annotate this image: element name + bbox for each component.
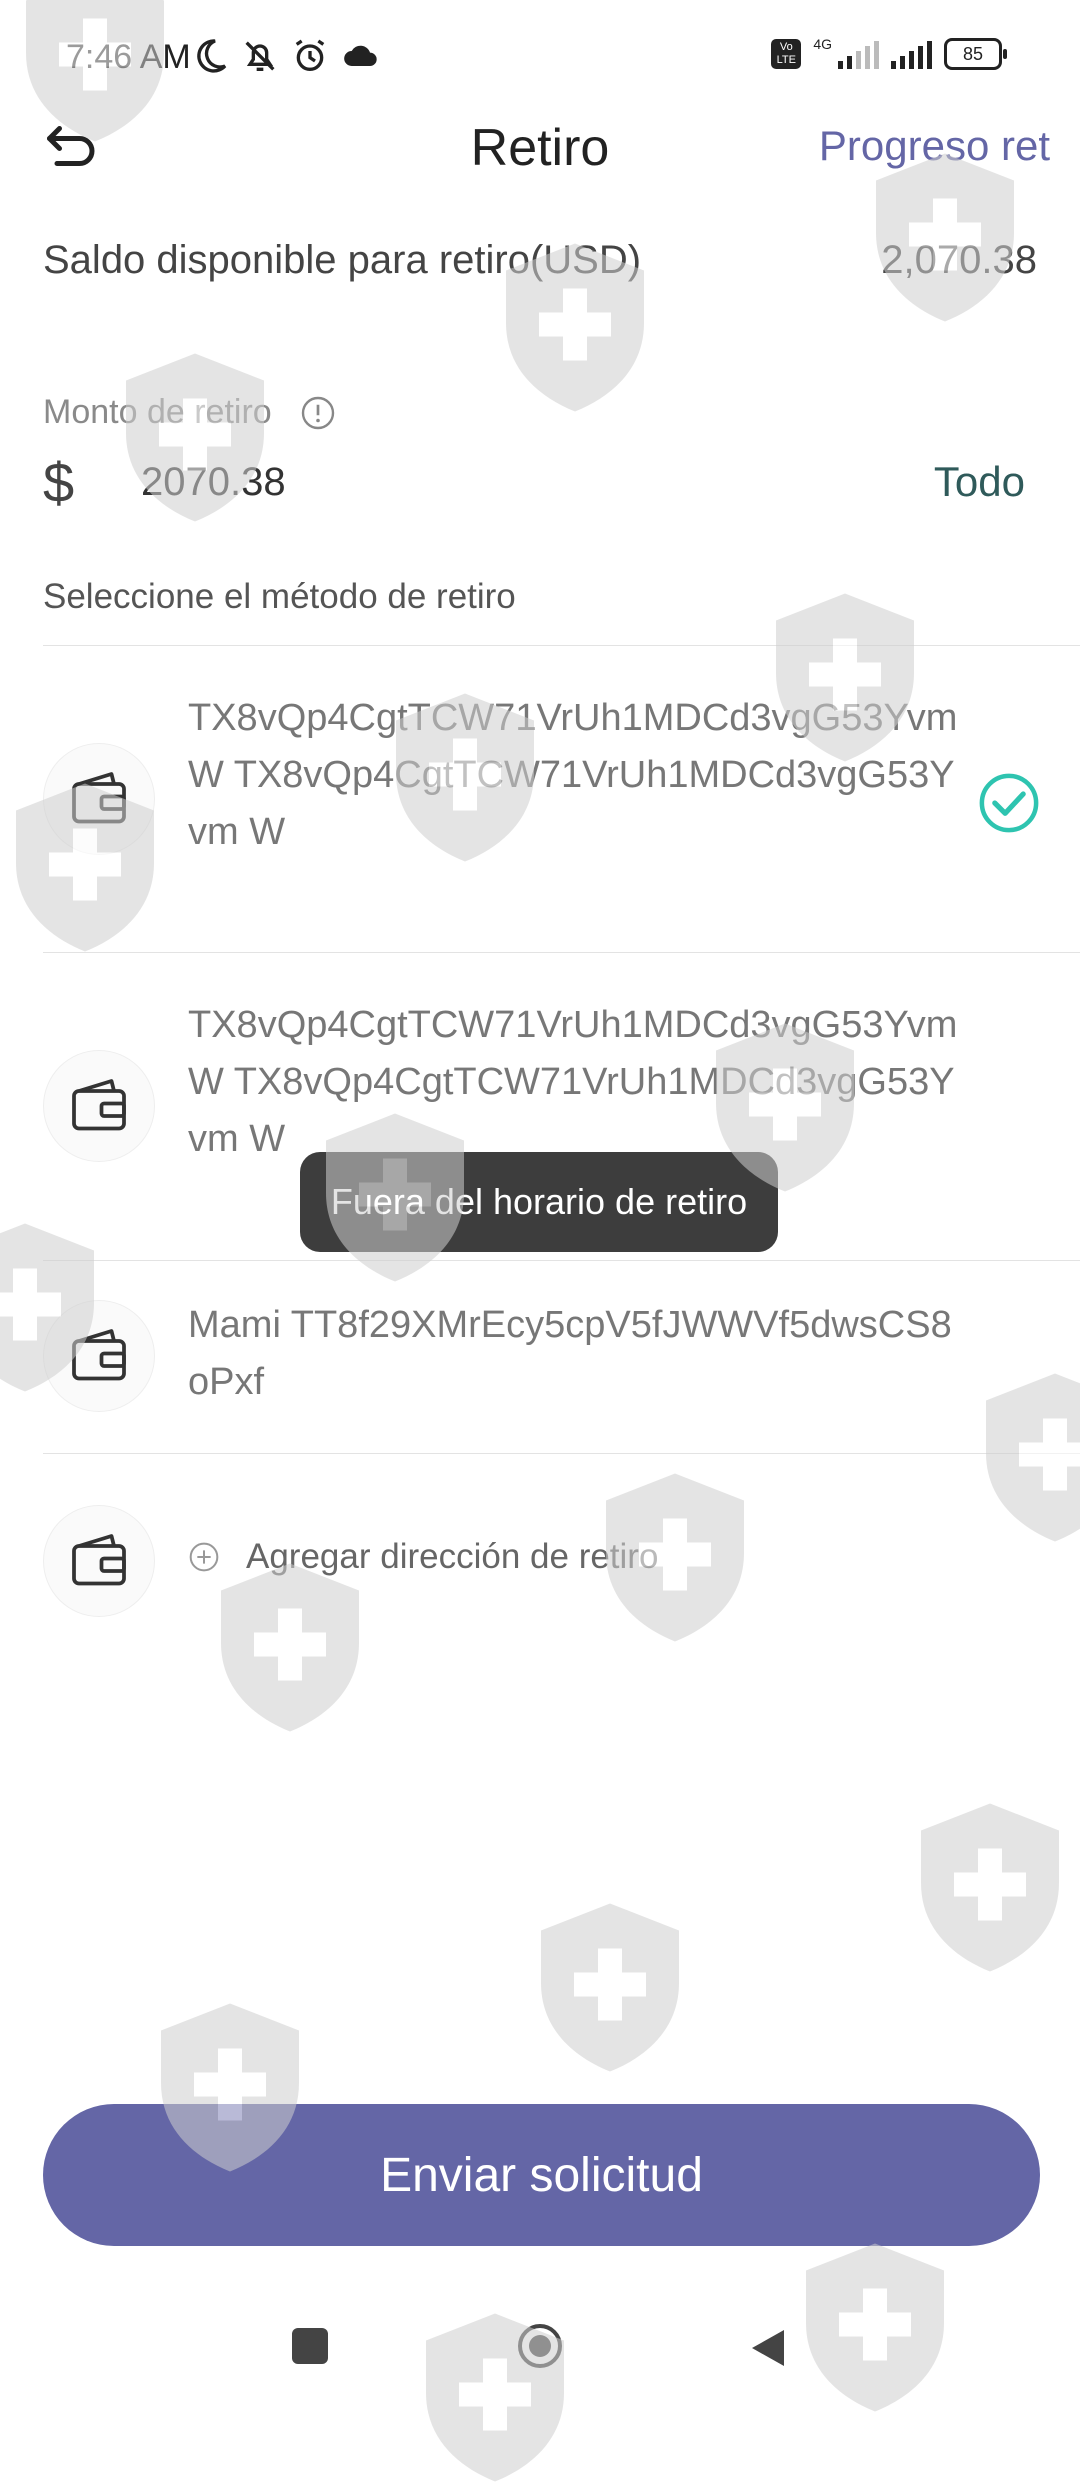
status-right: Vo LTE 4G 85 (771, 36, 1007, 70)
address-item[interactable]: Mami TT8f29XMrEcy5cpV5fJWWVf5dwsCS8oPxf (0, 1261, 1080, 1453)
volte-badge: Vo LTE (771, 39, 802, 69)
network-type: 4G (813, 36, 832, 52)
amount-row: $ 2070.38 (43, 450, 286, 515)
info-icon[interactable] (300, 395, 336, 431)
amount-label: Monto de retiro (43, 393, 272, 431)
address-text: Mami TT8f29XMrEcy5cpV5fJWWVf5dwsCS8oPxf (188, 1304, 952, 1403)
wallet-icon-wrap (44, 744, 154, 854)
progress-link[interactable]: Progreso ret (819, 122, 1050, 170)
wallet-icon (72, 1329, 126, 1381)
system-nav-bar (0, 2300, 1080, 2400)
wallet-icon-wrap (44, 1506, 154, 1616)
method-label: Seleccione el método de retiro (43, 577, 516, 616)
check-circle-icon (979, 773, 1039, 833)
wallet-icon-wrap (44, 1301, 154, 1411)
back-nav-button[interactable] (748, 2326, 788, 2370)
submit-button[interactable]: Enviar solicitud (43, 2104, 1040, 2246)
status-time: 7:46 AM (66, 38, 191, 76)
wallet-icon-wrap (44, 1051, 154, 1161)
currency-symbol: $ (43, 451, 75, 514)
bell-off-icon (245, 41, 275, 71)
wallet-icon (72, 1534, 126, 1586)
moon-icon (197, 39, 227, 73)
add-address-label: Agregar dirección de retiro (246, 1537, 659, 1576)
add-circle-icon (189, 1542, 219, 1572)
cloud-icon (344, 45, 377, 66)
wallet-icon (72, 772, 126, 824)
amount-input[interactable]: 2070.38 (141, 460, 286, 505)
address-item[interactable]: TX8vQp4CgtTCW71VrUh1MDCd3vgG53Yvm W TX8v… (0, 646, 1080, 952)
add-address-button[interactable]: Agregar dirección de retiro (188, 1537, 658, 1577)
signal-icon (838, 39, 879, 69)
home-button[interactable] (516, 2322, 564, 2370)
status-icons (190, 36, 380, 76)
alarm-icon (295, 39, 325, 71)
signal-icon-2 (891, 39, 932, 69)
all-button[interactable]: Todo (934, 458, 1025, 506)
address-text: TX8vQp4CgtTCW71VrUh1MDCd3vgG53Yvm W TX8v… (188, 1004, 958, 1160)
shield-cross-watermark (541, 1903, 679, 2072)
address-text: TX8vQp4CgtTCW71VrUh1MDCd3vgG53Yvm W TX8v… (188, 697, 958, 853)
shield-cross-watermark (921, 1803, 1059, 1972)
balance-row: Saldo disponible para retiro(USD) 2,070.… (43, 238, 1037, 283)
balance-label: Saldo disponible para retiro(USD) (43, 238, 642, 282)
balance-value: 2,070.38 (881, 238, 1037, 282)
shield-cross-watermark (221, 1563, 359, 1732)
battery-icon: 85 (944, 38, 1007, 70)
divider (43, 1453, 1080, 1454)
wallet-icon (72, 1079, 126, 1131)
recent-apps-button[interactable] (292, 2328, 328, 2364)
amount-label-row: Monto de retiro (43, 393, 336, 432)
toast-message: Fuera del horario de retiro (300, 1152, 778, 1252)
status-bar: 7:46 AM Vo LTE 4G 85 (0, 0, 1080, 110)
